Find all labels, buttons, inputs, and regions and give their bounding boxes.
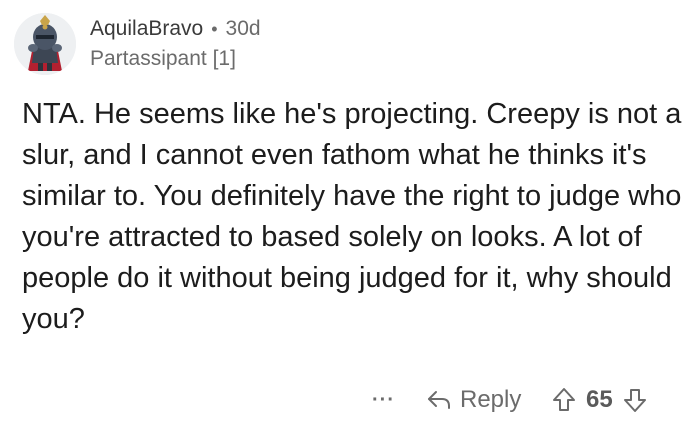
avatar[interactable] bbox=[14, 13, 76, 75]
upvote-arrow-icon bbox=[553, 388, 575, 411]
comment-meta: AquilaBravo • 30d Partassipant [1] bbox=[90, 16, 261, 72]
avatar-knight-icon bbox=[14, 13, 76, 75]
comment-actions: ··· Reply 65 bbox=[0, 380, 700, 420]
reply-arrow-icon bbox=[428, 391, 450, 409]
comment-header: AquilaBravo • 30d Partassipant [1] bbox=[14, 10, 261, 78]
reply-label: Reply bbox=[460, 386, 522, 413]
meta-top-row: AquilaBravo • 30d bbox=[90, 16, 261, 42]
comment-age: 30d bbox=[225, 17, 261, 40]
more-options-button[interactable]: ··· bbox=[372, 380, 395, 420]
downvote-arrow-icon bbox=[623, 389, 646, 412]
meta-separator: • bbox=[211, 19, 218, 39]
reply-button[interactable]: Reply bbox=[426, 380, 521, 420]
vote-controls: 65 bbox=[552, 380, 647, 420]
comment-card: AquilaBravo • 30d Partassipant [1] NTA. … bbox=[0, 0, 700, 425]
user-flair: Partassipant [1] bbox=[90, 47, 236, 70]
comment-body: NTA. He seems like he's projecting. Cree… bbox=[22, 98, 682, 335]
downvote-button[interactable] bbox=[623, 387, 647, 413]
upvote-button[interactable] bbox=[552, 387, 576, 413]
author-username[interactable]: AquilaBravo bbox=[90, 16, 203, 42]
vote-score: 65 bbox=[586, 386, 613, 413]
